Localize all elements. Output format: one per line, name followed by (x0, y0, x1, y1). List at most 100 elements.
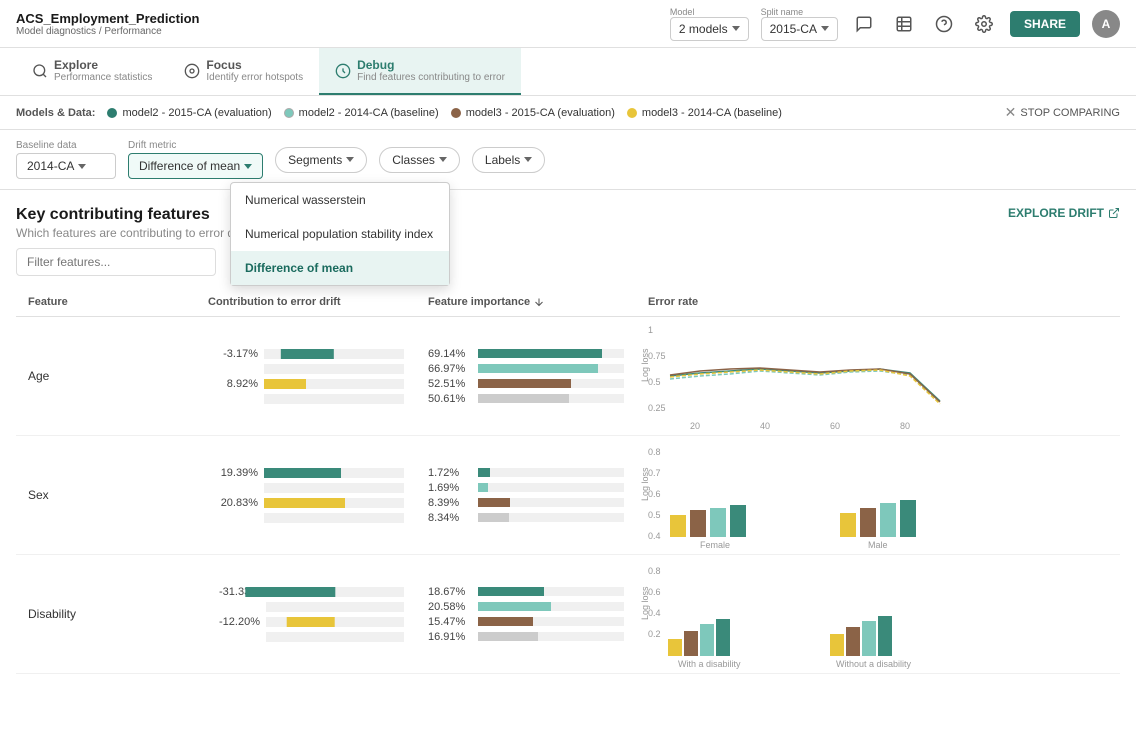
main-content: Key contributing features Which features… (0, 190, 1136, 690)
split-chevron-icon (821, 26, 829, 31)
model-selector-group: Model 2 models (670, 7, 749, 41)
labels-filter[interactable]: Labels (472, 147, 545, 173)
segments-label: Segments (288, 153, 342, 167)
baseline-filter-group: Baseline data 2014-CA (16, 140, 116, 179)
svg-text:0.5: 0.5 (648, 510, 661, 520)
dropdown-item-psi[interactable]: Numerical population stability index (231, 217, 449, 251)
table-row-age: Age -3.17% 8.92% (16, 317, 1120, 436)
svg-text:0.4: 0.4 (648, 531, 661, 541)
contribution-age: -3.17% 8.92% (196, 317, 416, 436)
share-button[interactable]: SHARE (1010, 11, 1080, 37)
sex-bar-female-teal (710, 508, 726, 537)
model-tag-text-m2-2015: model2 - 2015-CA (evaluation) (122, 107, 271, 119)
baseline-filter-label: Baseline data (16, 140, 116, 151)
section-header: Key contributing features Which features… (16, 206, 1120, 240)
importance-age-b2 (478, 364, 598, 373)
dis-bar-wo-teal (862, 621, 876, 656)
dis-bar-w-brown (684, 631, 698, 656)
drift-chevron-icon (244, 164, 252, 169)
importance-sex-v2: 1.69% (428, 482, 472, 494)
svg-text:0.25: 0.25 (648, 403, 666, 413)
classes-filter[interactable]: Classes (379, 147, 460, 173)
model-dot-m3-2015 (451, 108, 461, 118)
importance-age-v1: 69.14% (428, 348, 472, 360)
importance-dis-b1 (478, 587, 544, 596)
svg-text:1: 1 (648, 325, 653, 335)
model-dot-m2-2014 (284, 108, 294, 118)
sort-icon (533, 296, 545, 308)
col-header-contribution: Contribution to error drift (196, 288, 416, 317)
table-icon[interactable] (890, 10, 918, 38)
baseline-filter-value: 2014-CA (27, 159, 74, 173)
sex-bar-male-green (900, 500, 916, 537)
importance-sex-b1 (478, 468, 490, 477)
importance-dis-v2: 20.58% (428, 601, 472, 613)
drift-dropdown-menu: Numerical wasserstein Numerical populati… (230, 182, 450, 286)
svg-text:Log loss: Log loss (640, 467, 650, 501)
error-rate-disability: 0.8 0.6 0.4 0.2 Log loss (636, 555, 1120, 674)
svg-text:0.2: 0.2 (648, 629, 661, 639)
svg-text:40: 40 (760, 421, 770, 431)
svg-text:0.8: 0.8 (648, 447, 661, 457)
col-header-error-rate: Error rate (636, 288, 1120, 317)
classes-chevron-icon (439, 157, 447, 162)
importance-age-v3: 52.51% (428, 378, 472, 390)
help-icon[interactable] (930, 10, 958, 38)
importance-sex-v4: 8.34% (428, 512, 472, 524)
debug-tab-label: Debug (357, 58, 505, 72)
baseline-filter-select[interactable]: 2014-CA (16, 153, 116, 179)
tab-explore[interactable]: Explore Performance statistics (16, 48, 168, 95)
explore-icon (32, 63, 48, 79)
drift-filter-group: Drift metric Difference of mean (128, 140, 263, 179)
drift-filter-select[interactable]: Difference of mean (128, 153, 263, 179)
debug-icon (335, 63, 351, 79)
contribution-age-val1: -3.17% (208, 348, 258, 360)
classes-label: Classes (392, 153, 435, 167)
stop-comparing-label: STOP COMPARING (1020, 107, 1120, 119)
chat-icon[interactable] (850, 10, 878, 38)
models-bar-label: Models & Data: (16, 107, 95, 119)
feature-name-disability: Disability (16, 555, 196, 674)
contribution-age-bar3 (264, 379, 306, 389)
svg-text:Female: Female (700, 540, 730, 550)
importance-disability: 18.67% 20.58% 15.47% 16.91% (416, 555, 636, 674)
split-selector[interactable]: 2015-CA (761, 17, 838, 41)
sex-bar-male-brown (860, 508, 876, 537)
contribution-age-val3: 8.92% (208, 378, 258, 390)
svg-text:Log loss: Log loss (640, 348, 650, 382)
dropdown-item-wasserstein[interactable]: Numerical wasserstein (231, 183, 449, 217)
tab-debug[interactable]: Debug Find features contributing to erro… (319, 48, 521, 95)
dis-bar-w-teal (700, 624, 714, 656)
importance-dis-v1: 18.67% (428, 586, 472, 598)
feature-filter-input[interactable] (16, 248, 216, 276)
importance-dis-b4 (478, 632, 538, 641)
table-row-disability: Disability -31.33% -12.20% (16, 555, 1120, 674)
sex-bar-female-brown (690, 510, 706, 537)
importance-dis-v4: 16.91% (428, 631, 472, 643)
model-selector[interactable]: 2 models (670, 17, 749, 41)
col-header-importance[interactable]: Feature importance (416, 288, 636, 317)
error-chart-sex: 0.8 0.7 0.6 0.5 0.4 Log loss (640, 440, 980, 550)
explore-drift-link[interactable]: EXPLORE DRIFT (1008, 206, 1120, 220)
model-tag-m2-2014: model2 - 2014-CA (baseline) (284, 107, 439, 119)
svg-text:With a disability: With a disability (678, 659, 741, 669)
model-tag-m3-2015: model3 - 2015-CA (evaluation) (451, 107, 615, 119)
dropdown-item-mean[interactable]: Difference of mean (231, 251, 449, 285)
dis-bar-wo-green (878, 616, 892, 656)
user-avatar: A (1092, 10, 1120, 38)
error-chart-disability: 0.8 0.6 0.4 0.2 Log loss (640, 559, 980, 669)
app-subtitle: Model diagnostics / Performance (16, 26, 200, 37)
tab-focus[interactable]: Focus Identify error hotspots (168, 48, 319, 95)
sex-bar-female-yellow (670, 515, 686, 537)
col-header-feature: Feature (16, 288, 196, 317)
app-header: ACS_Employment_Prediction Model diagnost… (0, 0, 1136, 48)
model-tag-m2-2015: model2 - 2015-CA (evaluation) (107, 107, 271, 119)
split-selector-group: Split name 2015-CA (761, 7, 838, 41)
segments-chevron-icon (346, 157, 354, 162)
segments-filter[interactable]: Segments (275, 147, 367, 173)
section-title: Key contributing features (16, 206, 254, 224)
stop-comparing-button[interactable]: ✕ STOP COMPARING (1005, 104, 1120, 121)
split-label: Split name (761, 7, 838, 17)
importance-sex-v3: 8.39% (428, 497, 472, 509)
settings-icon[interactable] (970, 10, 998, 38)
